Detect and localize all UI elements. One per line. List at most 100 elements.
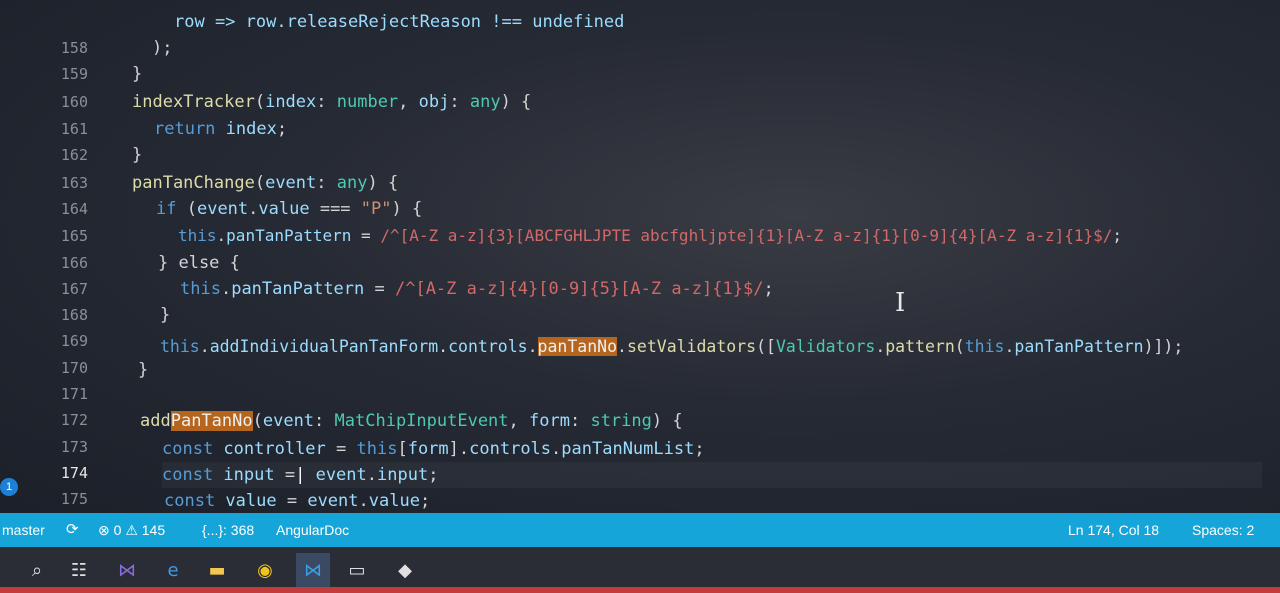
token: panTanPattern: [226, 226, 352, 245]
token: =: [325, 439, 357, 459]
token: ([: [756, 337, 776, 356]
token: :: [314, 411, 335, 431]
token: .: [551, 439, 562, 459]
visual-studio-icon[interactable]: ⋈: [110, 553, 144, 587]
token: ;: [419, 491, 431, 511]
edge-icon[interactable]: e: [156, 553, 190, 587]
token: ,: [398, 92, 419, 112]
terminal-icon[interactable]: ▭: [340, 553, 374, 587]
token: .: [358, 491, 369, 511]
code-line-168[interactable]: }: [160, 302, 170, 328]
search-icon[interactable]: ⌕: [20, 553, 54, 587]
line-number-gutter: 158 159 160 161 162 163 164 165 166 167 …: [0, 0, 110, 513]
code-line-165[interactable]: this.panTanPattern = /^[A-Z a-z]{3}[ABCF…: [178, 223, 1122, 249]
indentation-setting[interactable]: Spaces: 2: [1192, 513, 1254, 547]
token: (: [954, 337, 965, 356]
token: :: [569, 411, 591, 431]
token: any: [469, 92, 501, 112]
token: pattern: [885, 337, 955, 356]
token: ;: [763, 279, 774, 299]
code-line-161[interactable]: return index;: [154, 116, 287, 142]
desk-surface: [0, 587, 1280, 593]
line-number: 170: [60, 359, 88, 377]
token: /^[A-Z a-z]{3}[ABCFGHLJPTE abcfghljpte]{…: [380, 226, 1113, 245]
chrome-icon[interactable]: ◉: [248, 553, 282, 587]
mouse-ibeam-icon: I: [895, 288, 906, 318]
token: indexTracker: [132, 92, 255, 112]
sync-icon[interactable]: ⟳: [66, 513, 79, 547]
token: ,: [508, 411, 530, 431]
token: input: [377, 465, 429, 485]
code-line-174-active[interactable]: const input =| event.input;: [162, 462, 1262, 488]
token: ].: [448, 439, 470, 459]
token: .: [875, 337, 886, 356]
token: :: [449, 92, 470, 112]
token: .: [617, 337, 627, 356]
git-branch[interactable]: master: [2, 513, 45, 547]
cursor-position[interactable]: Ln 174, Col 18: [1068, 513, 1159, 547]
token: /^[A-Z a-z]{4}[0-9]{5}[A-Z a-z]{1}$/: [394, 279, 764, 299]
git-icon[interactable]: ◆: [388, 553, 422, 587]
token: (: [252, 411, 263, 431]
search-highlight: PanTanNo: [170, 411, 253, 431]
code-line-163[interactable]: panTanChange(event: any) {: [132, 170, 398, 196]
code-line-167[interactable]: this.panTanPattern = /^[A-Z a-z]{4}[0-9]…: [180, 276, 774, 302]
code-line-169[interactable]: this.addIndividualPanTanForm.controls.pa…: [160, 334, 1183, 360]
code-line-164[interactable]: if (event.value === "P") {: [156, 196, 422, 222]
token: (: [254, 173, 266, 193]
token: .: [366, 465, 378, 485]
error-icon: ⊗: [98, 522, 110, 538]
token: const: [162, 465, 224, 485]
vscode-icon[interactable]: ⋈: [296, 553, 330, 587]
token: )]);: [1143, 337, 1184, 356]
file-explorer-icon[interactable]: ▬: [200, 553, 234, 587]
token: .: [438, 337, 449, 356]
token: (: [186, 199, 197, 219]
token: form: [529, 411, 570, 431]
token: add: [140, 411, 171, 431]
code-line-159[interactable]: }: [132, 61, 142, 87]
token: .: [199, 337, 210, 356]
token: Validators: [775, 337, 876, 356]
line-number: 161: [60, 120, 88, 138]
token: panTanNumList: [561, 439, 695, 459]
line-number: 169: [60, 332, 88, 350]
task-view-icon[interactable]: ☷: [62, 553, 96, 587]
code-line-173[interactable]: const controller = this[form].controls.p…: [162, 436, 705, 462]
notification-badge[interactable]: 1: [0, 478, 18, 496]
token: addIndividualPanTanForm: [209, 337, 439, 356]
line-number: 175: [60, 490, 88, 508]
code-line-160[interactable]: indexTracker(index: number, obj: any) {: [132, 89, 531, 115]
line-number: 172: [60, 411, 88, 429]
code-line-162[interactable]: }: [132, 142, 142, 168]
braces-indicator[interactable]: {...}: 368: [202, 513, 254, 547]
token: event: [265, 173, 317, 193]
status-bar: master ⟳ ⊗ 0 ⚠ 145 {...}: 368 AngularDoc…: [0, 513, 1280, 547]
token: "P": [360, 199, 392, 219]
token: setValidators: [626, 337, 757, 356]
code-line-172[interactable]: addPanTanNo(event: MatChipInputEvent, fo…: [140, 408, 683, 434]
line-number: 165: [60, 227, 88, 245]
code-line-170[interactable]: }: [138, 357, 148, 383]
token: :: [316, 173, 337, 193]
angulardoc-extension[interactable]: AngularDoc: [276, 513, 349, 547]
token: ) {: [391, 199, 423, 219]
code-line-175[interactable]: const value = event.value;: [164, 488, 430, 513]
code-editor[interactable]: 158 159 160 161 162 163 164 165 166 167 …: [0, 0, 1280, 513]
token: .: [1004, 337, 1015, 356]
problems-indicator[interactable]: ⊗ 0 ⚠ 145: [98, 513, 165, 547]
code-line-157-fragment[interactable]: row => row.releaseRejectReason !== undef…: [174, 9, 624, 35]
token: const: [164, 491, 226, 511]
token: input: [223, 465, 275, 485]
line-number-active: 174: [60, 464, 88, 482]
token: if: [156, 199, 187, 219]
code-line-158[interactable]: );: [152, 35, 172, 61]
token: event: [305, 465, 367, 485]
line-number: 160: [60, 93, 88, 111]
code-line-166[interactable]: } else {: [158, 250, 240, 276]
token: controller: [223, 439, 326, 459]
token: index: [265, 92, 317, 112]
token: panTanPattern: [1014, 337, 1144, 356]
token: [: [397, 439, 408, 459]
token: this: [160, 337, 200, 356]
